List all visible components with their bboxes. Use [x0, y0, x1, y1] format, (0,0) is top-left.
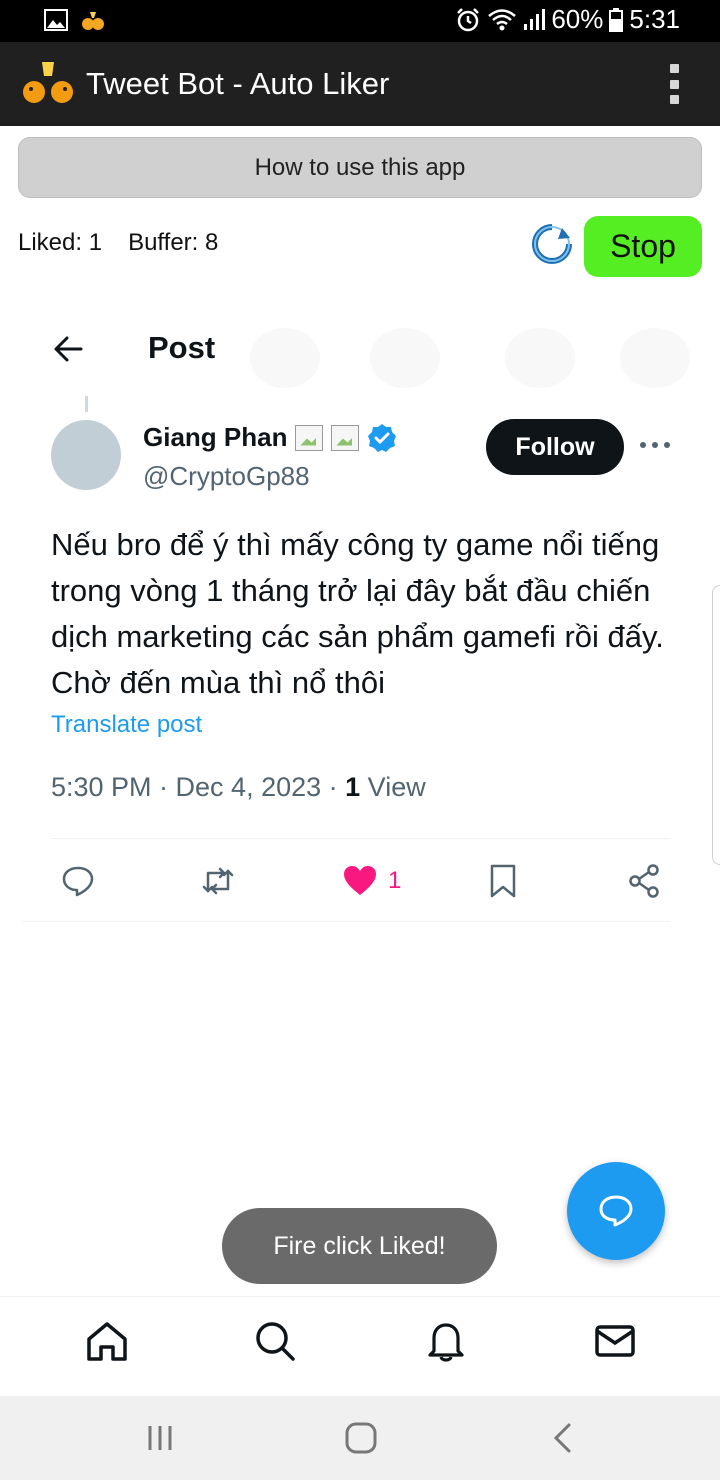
alarm-icon: [457, 7, 480, 31]
buffer-counter: Buffer: 8: [128, 229, 219, 256]
battery-percent: 60%: [551, 4, 604, 34]
overflow-menu-icon[interactable]: [668, 64, 680, 104]
status-time: 5:31: [629, 4, 680, 34]
bookmark-icon: [490, 864, 516, 898]
blur-overlay: [620, 328, 690, 388]
divider: [51, 838, 671, 839]
author-name: Giang Phan: [143, 422, 288, 452]
chat-bubble-icon: [599, 1195, 633, 1227]
stop-button[interactable]: Stop: [584, 216, 702, 277]
gallery-icon: [44, 9, 68, 31]
back-button-icon[interactable]: [545, 1422, 581, 1454]
recent-apps-icon[interactable]: [142, 1422, 178, 1454]
search-icon[interactable]: [253, 1319, 297, 1363]
broken-image-icon: [295, 424, 324, 451]
heart-filled-icon: [344, 866, 376, 895]
system-nav-bar: [0, 1396, 720, 1480]
app-notification-icon: [82, 12, 104, 30]
status-right: 60% 5:31: [455, 4, 680, 35]
home-button-icon[interactable]: [343, 1422, 379, 1454]
blur-overlay: [250, 328, 320, 388]
broken-image-icon: [331, 424, 360, 451]
status-left: [44, 8, 106, 32]
home-icon[interactable]: [85, 1319, 129, 1363]
bookmark-button[interactable]: [485, 858, 521, 904]
app-bar: Tweet Bot - Auto Liker: [0, 42, 720, 126]
counters: Liked: 1 Buffer: 8: [18, 229, 218, 257]
post-title: Post: [148, 330, 216, 365]
like-count: 1: [388, 867, 402, 894]
thread-line: [85, 396, 88, 412]
app-logo-icon: [23, 62, 73, 103]
toast-message: Fire click Liked!: [222, 1208, 497, 1284]
edge-panel-handle[interactable]: [712, 585, 720, 865]
signal-icon: [524, 8, 546, 30]
avatar[interactable]: [51, 420, 121, 490]
status-bar: 60% 5:31: [0, 0, 720, 42]
reply-button[interactable]: [60, 858, 96, 904]
liked-counter: Liked: 1: [18, 229, 103, 256]
post-header: Post: [0, 300, 720, 396]
app-title: Tweet Bot - Auto Liker: [86, 66, 390, 101]
compose-reply-fab[interactable]: [567, 1162, 665, 1260]
how-to-use-button[interactable]: How to use this app: [18, 137, 702, 198]
verified-badge-icon: [368, 423, 397, 452]
views-label: View: [360, 772, 426, 802]
messages-icon[interactable]: [593, 1319, 637, 1363]
reply-icon: [62, 866, 94, 897]
like-button[interactable]: 1: [342, 858, 401, 904]
more-options-icon[interactable]: [640, 440, 670, 450]
back-arrow-icon[interactable]: [52, 334, 84, 364]
blur-overlay: [370, 328, 440, 388]
divider: [22, 921, 670, 922]
share-icon: [629, 864, 659, 898]
battery-icon: [609, 7, 624, 32]
repost-button[interactable]: [200, 858, 236, 904]
tweet-actions: 1: [0, 858, 720, 904]
tweet-meta: 5:30 PM · Dec 4, 2023 · 1 View: [51, 772, 426, 803]
share-button[interactable]: [626, 858, 662, 904]
translate-post-link[interactable]: Translate post: [51, 711, 202, 739]
author-handle[interactable]: @CryptoGp88: [143, 461, 310, 492]
blur-overlay: [505, 328, 575, 388]
author-name-row[interactable]: Giang Phan: [143, 422, 397, 453]
bottom-nav: [0, 1296, 720, 1396]
refresh-icon[interactable]: [530, 222, 574, 266]
wifi-icon: [488, 8, 517, 30]
tweet-timestamp: 5:30 PM · Dec 4, 2023 ·: [51, 772, 346, 802]
repost-icon: [202, 867, 234, 895]
views-count: 1: [345, 772, 361, 802]
follow-button[interactable]: Follow: [486, 419, 624, 475]
notifications-icon[interactable]: [424, 1319, 468, 1363]
tweet-text: Nếu bro để ý thì mấy công ty game nổi ti…: [51, 527, 664, 700]
